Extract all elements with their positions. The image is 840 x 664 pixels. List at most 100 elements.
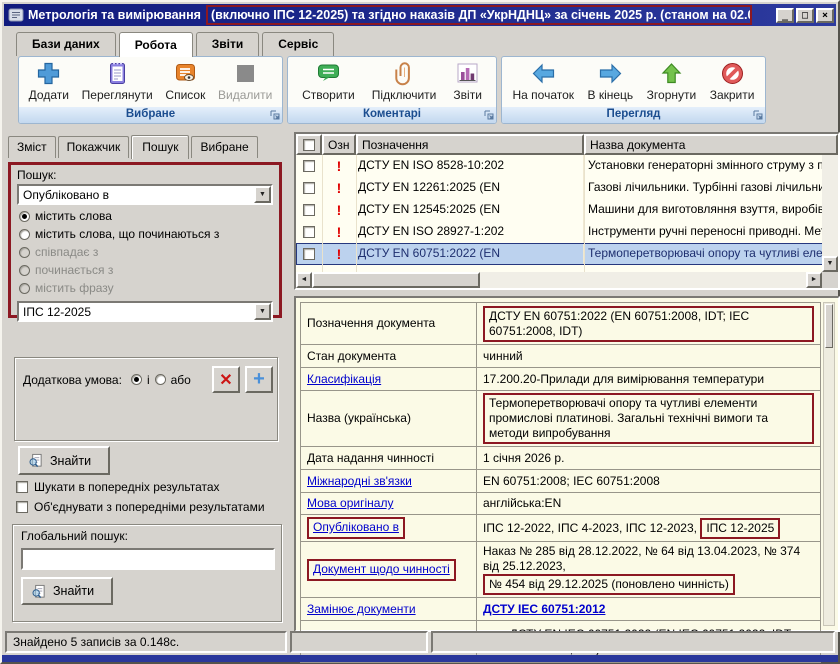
- global-search-input[interactable]: [21, 548, 275, 570]
- horizontal-scrollbar[interactable]: ◄ ►: [296, 272, 822, 288]
- attach-button[interactable]: Підключити: [369, 59, 440, 103]
- header-designation[interactable]: Позначення: [356, 134, 584, 155]
- row-designation: ДСТУ EN ISO 28927-1:202: [356, 221, 584, 243]
- annotation-box: № 454 від 29.12.2025 (поновлено чинність…: [483, 574, 735, 595]
- tab-work[interactable]: Робота: [119, 32, 193, 57]
- go-end-button[interactable]: В кінець: [585, 59, 637, 103]
- dialog-launcher-icon[interactable]: [484, 110, 494, 120]
- remove-condition-button[interactable]: ✕: [212, 366, 240, 393]
- chevron-down-icon[interactable]: ▼: [254, 303, 271, 320]
- table-row[interactable]: ! ДСТУ EN 12545:2025 (EN Машини для виго…: [296, 199, 838, 221]
- international-links-link[interactable]: Міжнародні зв'язки: [307, 474, 412, 488]
- and-radio[interactable]: [131, 374, 142, 385]
- maximize-icon[interactable]: □: [796, 8, 814, 23]
- delete-button[interactable]: Видалити: [215, 59, 275, 103]
- dialog-launcher-icon[interactable]: [270, 110, 280, 120]
- search-in-previous-checkbox[interactable]: Шукати в попередніх результатах: [16, 480, 220, 494]
- radio-icon[interactable]: [19, 211, 30, 222]
- scroll-right-icon[interactable]: ►: [806, 272, 822, 288]
- classification-link[interactable]: Класифікація: [307, 372, 381, 386]
- checkbox-icon[interactable]: [16, 501, 28, 513]
- mode-starts-with-words[interactable]: містить слова, що починаються з: [19, 227, 273, 241]
- global-find-button[interactable]: Знайти: [21, 577, 113, 605]
- radio-icon: [19, 265, 30, 276]
- table-row[interactable]: ! ДСТУ EN ISO 28927-1:202 Інструменти ру…: [296, 221, 838, 243]
- create-comment-button[interactable]: Створити: [299, 59, 358, 103]
- document-details: Позначення документа ДСТУ EN 60751:2022 …: [294, 296, 840, 632]
- application-window: Метрологія та вимірювання (включно ІПС 1…: [0, 0, 840, 664]
- bottom-strip: [2, 655, 838, 662]
- scroll-left-icon[interactable]: ◄: [296, 272, 312, 288]
- go-start-button[interactable]: На початок: [509, 59, 577, 103]
- reports-button[interactable]: Звіти: [450, 59, 485, 103]
- scroll-thumb[interactable]: [312, 272, 480, 288]
- checkbox-icon[interactable]: [16, 481, 28, 493]
- detail-value: англійська:EN: [477, 493, 821, 515]
- replaces-documents-link[interactable]: Замінює документи: [307, 602, 416, 616]
- ribbon: Бази даних Робота Звіти Сервіс Додати: [6, 28, 834, 126]
- checkbox-icon[interactable]: [303, 226, 315, 238]
- or-radio[interactable]: [155, 374, 166, 385]
- merge-with-previous-checkbox[interactable]: Об'єднувати з попередніми результатами: [16, 500, 265, 514]
- scroll-thumb[interactable]: [825, 304, 833, 348]
- published-in-link[interactable]: Опубліковано в: [313, 520, 399, 534]
- close-circle-icon: [719, 60, 746, 87]
- add-condition-button[interactable]: +: [245, 366, 273, 393]
- view-button[interactable]: Переглянути: [79, 59, 156, 103]
- dialog-launcher-icon[interactable]: [753, 110, 763, 120]
- tab-contents[interactable]: Зміст: [8, 136, 56, 158]
- comment-icon: [315, 60, 342, 87]
- header-mark[interactable]: Озн: [322, 134, 356, 155]
- group-view: На початок В кінець Згорнути: [501, 56, 766, 124]
- checkbox-icon[interactable]: [303, 139, 315, 151]
- find-button[interactable]: Знайти: [18, 446, 110, 475]
- add-button[interactable]: Додати: [26, 59, 72, 103]
- condition-label: Додаткова умова:: [23, 373, 122, 387]
- column-separator: [356, 155, 357, 272]
- table-row: Мова оригіналу англійська:EN: [301, 493, 821, 515]
- scrollbar-corner: [822, 272, 838, 288]
- ribbon-tabs: Бази даних Робота Звіти Сервіс: [6, 28, 834, 56]
- table-row-selected[interactable]: ! ДСТУ EN 60751:2022 (EN Термоперетворюв…: [296, 243, 838, 265]
- group-comments-footer: Коментарі: [288, 107, 496, 123]
- tab-databases[interactable]: Бази даних: [16, 32, 116, 56]
- tab-search[interactable]: Пошук: [131, 135, 189, 159]
- radio-icon[interactable]: [19, 229, 30, 240]
- scroll-down-icon[interactable]: ▼: [822, 256, 838, 272]
- list-button[interactable]: Список: [162, 59, 208, 103]
- checkbox-icon[interactable]: [303, 204, 315, 216]
- search-annotation-box: Пошук: Опубліковано в ▼ містить слова мі…: [8, 162, 282, 318]
- issue-dropdown[interactable]: ІПС 12-2025 ▼: [17, 301, 273, 322]
- tab-index[interactable]: Покажчик: [58, 136, 130, 158]
- table-row[interactable]: ! ДСТУ EN 12261:2025 (EN Газові лічильни…: [296, 177, 838, 199]
- group-comments: Створити Підключити: [287, 56, 497, 124]
- status-cell: [290, 631, 428, 653]
- table-row[interactable]: ! ДСТУ EN ISO 8528-10:202 Установки гене…: [296, 155, 838, 177]
- validity-document-link[interactable]: Документ щодо чинності: [313, 562, 450, 576]
- annotation-box: Опубліковано в: [307, 517, 405, 539]
- tab-reports[interactable]: Звіти: [196, 32, 259, 56]
- annotation-box: Документ щодо чинності: [307, 559, 456, 581]
- replaced-document-link[interactable]: ДСТУ IEC 60751:2012: [483, 602, 605, 616]
- original-language-link[interactable]: Мова оригіналу: [307, 496, 393, 510]
- mode-contains-words[interactable]: містить слова: [19, 209, 273, 223]
- checkbox-icon[interactable]: [303, 182, 315, 194]
- header-name[interactable]: Назва документа: [584, 134, 838, 155]
- checkbox-icon[interactable]: [303, 160, 315, 172]
- collapse-button[interactable]: Згорнути: [644, 59, 700, 103]
- table-row: Назва (українська) Термоперетворювачі оп…: [301, 391, 821, 447]
- row-designation: ДСТУ EN 12545:2025 (EN: [356, 199, 584, 221]
- close-doc-button[interactable]: Закрити: [707, 59, 758, 103]
- tab-favorites[interactable]: Вибране: [191, 136, 257, 158]
- details-scrollbar[interactable]: [823, 302, 835, 626]
- search-field-dropdown[interactable]: Опубліковано в ▼: [17, 184, 273, 205]
- checkbox-icon[interactable]: [303, 248, 315, 260]
- minimize-icon[interactable]: _: [776, 8, 794, 23]
- exclamation-icon: !: [337, 159, 342, 173]
- annotation-box: Термоперетворювачі опору та чутливі елем…: [483, 393, 814, 444]
- list-header: Озн Позначення Назва документа: [296, 134, 838, 155]
- tab-service[interactable]: Сервіс: [262, 32, 334, 56]
- close-icon[interactable]: ×: [816, 8, 834, 23]
- header-select-all[interactable]: [296, 134, 322, 155]
- chevron-down-icon[interactable]: ▼: [254, 186, 271, 203]
